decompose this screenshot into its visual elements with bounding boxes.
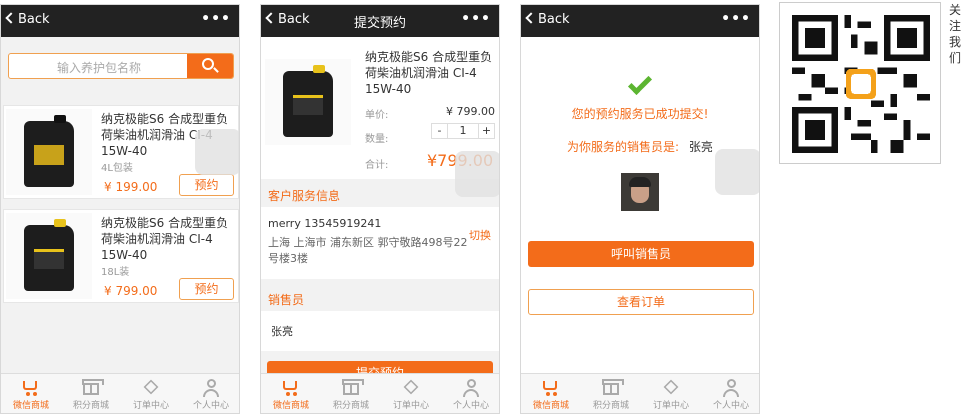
product-name: 纳克极能S6 合成型重负荷柴油机润滑油 CI-4 15W-40 xyxy=(365,50,493,96)
chevron-left-icon xyxy=(5,12,17,24)
tab-label: 积分商城 xyxy=(592,401,629,411)
customer-address: 上海 上海市 浦东新区 郭守敬路498号22号楼3楼 xyxy=(268,236,468,265)
search-bar: 输入养护包名称 xyxy=(8,53,234,79)
quantity-stepper[interactable]: - 1 + xyxy=(431,123,495,139)
tab-orders[interactable]: 订单中心 xyxy=(121,377,181,411)
switch-button[interactable]: 切换 xyxy=(469,227,491,243)
screen-submit-booking: Back 提交预约 ••• 纳克极能S6 合成型重负荷柴油机润滑油 CI-4 1… xyxy=(260,4,500,414)
tab-points-store[interactable]: 积分商城 xyxy=(61,377,121,411)
tab-profile[interactable]: 个人中心 xyxy=(441,377,499,411)
salesperson-prefix: 为你服务的销售员是: xyxy=(567,140,680,154)
tab-wechat-store[interactable]: 微信商城 xyxy=(1,377,61,411)
tab-wechat-store[interactable]: 微信商城 xyxy=(521,377,581,411)
tab-label: 订单中心 xyxy=(132,401,169,411)
follow-us-label: 关注我们 xyxy=(949,3,962,65)
unit-price: ¥ 799.00 xyxy=(446,105,495,118)
tab-label: 个人中心 xyxy=(452,401,489,411)
tab-orders[interactable]: 订单中心 xyxy=(381,377,441,411)
gift-icon xyxy=(81,377,104,397)
product-pack: 4L包装 xyxy=(101,163,133,174)
product-image xyxy=(6,213,92,299)
top-bar: Back ••• xyxy=(1,5,239,37)
salesperson-field: 张亮 xyxy=(261,311,499,351)
total-label: 合计: xyxy=(365,160,389,171)
top-bar: Back ••• xyxy=(521,5,759,37)
product-price: ¥ 199.00 xyxy=(104,180,158,194)
avatar xyxy=(621,173,659,211)
back-button[interactable]: Back xyxy=(525,12,570,27)
layers-icon xyxy=(661,377,681,397)
tab-label: 订单中心 xyxy=(652,401,689,411)
floating-widget[interactable] xyxy=(715,149,759,195)
layers-icon xyxy=(141,377,161,397)
book-button[interactable]: 预约 xyxy=(179,278,234,300)
tab-bar: 微信商城 积分商城 订单中心 个人中心 xyxy=(521,373,759,413)
tab-bar: 微信商城 积分商城 订单中心 个人中心 xyxy=(1,373,239,413)
tab-label: 个人中心 xyxy=(712,401,749,411)
tab-label: 积分商城 xyxy=(332,401,369,411)
view-order-button[interactable]: 查看订单 xyxy=(528,289,754,315)
person-icon xyxy=(201,377,221,397)
tab-orders[interactable]: 订单中心 xyxy=(641,377,701,411)
customer-name-phone: merry 13545919241 xyxy=(268,217,382,230)
tab-label: 微信商城 xyxy=(532,401,569,411)
book-button[interactable]: 预约 xyxy=(179,174,234,196)
more-menu-button[interactable]: ••• xyxy=(721,11,751,27)
back-label: Back xyxy=(18,12,50,27)
quantity-value[interactable]: 1 xyxy=(448,124,478,138)
success-message: 您的预约服务已成功提交! xyxy=(571,107,709,121)
screen-booking-success: Back ••• 您的预约服务已成功提交! 为你服务的销售员是: 张亮 呼叫销售… xyxy=(520,4,760,414)
tab-label: 个人中心 xyxy=(192,401,229,411)
more-menu-button[interactable]: ••• xyxy=(461,11,491,27)
tab-label: 微信商城 xyxy=(272,401,309,411)
tab-bar: 微信商城 积分商城 订单中心 个人中心 xyxy=(261,373,499,413)
product-image xyxy=(265,59,351,145)
floating-widget[interactable] xyxy=(195,129,239,175)
tab-points-store[interactable]: 积分商城 xyxy=(581,377,641,411)
decrement-button[interactable]: - xyxy=(432,124,448,138)
cart-icon xyxy=(281,377,301,397)
tab-profile[interactable]: 个人中心 xyxy=(181,377,239,411)
product-price: ¥ 799.00 xyxy=(104,284,158,298)
quantity-label: 数量: xyxy=(365,134,389,145)
salesperson-name: 张亮 xyxy=(271,325,293,338)
gift-icon xyxy=(601,377,624,397)
tab-profile[interactable]: 个人中心 xyxy=(701,377,759,411)
salesperson-name: 张亮 xyxy=(688,140,713,154)
screen-product-list: Back ••• 输入养护包名称 纳克极能S6 合成型重负荷柴油机润滑油 CI-… xyxy=(0,4,240,414)
tab-label: 微信商城 xyxy=(12,401,49,411)
increment-button[interactable]: + xyxy=(478,124,494,138)
qr-code xyxy=(779,2,941,164)
checkmark-icon xyxy=(627,70,653,96)
floating-widget[interactable] xyxy=(455,151,499,197)
qr-code-image xyxy=(792,15,930,153)
tab-label: 积分商城 xyxy=(72,401,109,411)
tab-points-store[interactable]: 积分商城 xyxy=(321,377,381,411)
search-button[interactable] xyxy=(187,54,233,78)
product-card[interactable]: 纳克极能S6 合成型重负荷柴油机润滑油 CI-4 15W-40 18L装 ¥ 7… xyxy=(3,209,239,303)
unit-price-label: 单价: xyxy=(365,110,389,121)
back-button[interactable]: Back xyxy=(5,12,50,27)
layers-icon xyxy=(401,377,421,397)
gift-icon xyxy=(341,377,364,397)
cart-icon xyxy=(541,377,561,397)
product-name: 纳克极能S6 合成型重负荷柴油机润滑油 CI-4 15W-40 xyxy=(101,216,229,262)
chevron-left-icon xyxy=(525,12,537,24)
customer-info[interactable]: merry 13545919241 上海 上海市 浦东新区 郭守敬路498号22… xyxy=(261,207,499,279)
product-pack: 18L装 xyxy=(101,267,130,278)
more-menu-button[interactable]: ••• xyxy=(201,11,231,27)
person-icon xyxy=(721,377,741,397)
tab-label: 订单中心 xyxy=(392,401,429,411)
salesperson-section-header: 销售员 xyxy=(268,293,305,307)
cart-icon xyxy=(21,377,41,397)
call-salesperson-button[interactable]: 呼叫销售员 xyxy=(528,241,754,267)
product-image xyxy=(6,109,92,195)
search-input[interactable]: 输入养护包名称 xyxy=(9,59,189,76)
person-icon xyxy=(461,377,481,397)
tab-wechat-store[interactable]: 微信商城 xyxy=(261,377,321,411)
top-bar: Back 提交预约 ••• xyxy=(261,5,499,37)
back-label: Back xyxy=(538,12,570,27)
